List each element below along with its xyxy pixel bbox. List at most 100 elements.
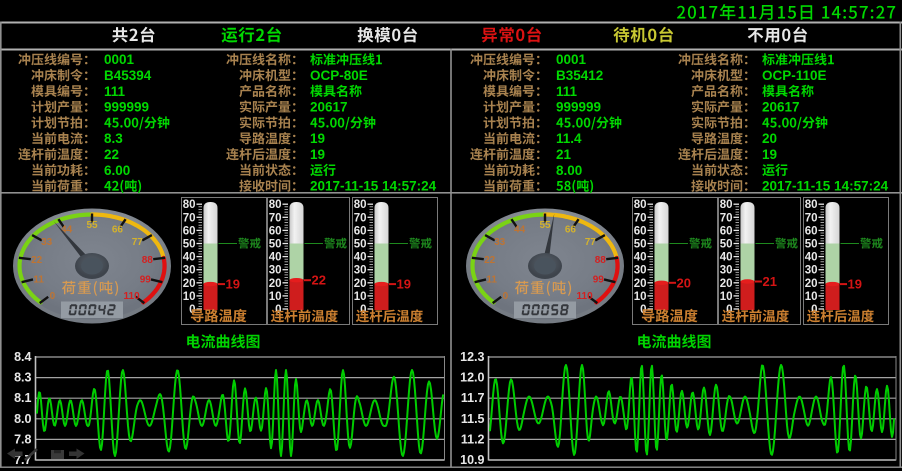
svg-text:33: 33 — [494, 237, 506, 248]
svg-text:50: 50 — [634, 239, 647, 251]
svg-text:40: 40 — [354, 252, 367, 264]
svg-text:999999: 999999 — [556, 100, 601, 115]
svg-text:50: 50 — [720, 239, 733, 251]
svg-text:8.1: 8.1 — [14, 391, 31, 405]
svg-text:40: 40 — [634, 252, 647, 264]
svg-text:10: 10 — [354, 291, 367, 303]
svg-text:40: 40 — [183, 252, 196, 264]
svg-text:44: 44 — [514, 225, 526, 236]
svg-text:110: 110 — [124, 291, 141, 302]
svg-text:10.9: 10.9 — [460, 453, 484, 467]
svg-text:60: 60 — [269, 225, 282, 237]
svg-text:30: 30 — [805, 265, 818, 277]
svg-text:110: 110 — [577, 291, 594, 302]
svg-text:60: 60 — [634, 225, 647, 237]
svg-text:99: 99 — [140, 274, 152, 285]
svg-text:0: 0 — [50, 291, 56, 302]
svg-text:11.7: 11.7 — [461, 391, 485, 405]
svg-text:30: 30 — [269, 265, 282, 277]
svg-text:20617: 20617 — [310, 100, 348, 115]
svg-text:8.3: 8.3 — [104, 131, 123, 146]
svg-text:10: 10 — [805, 291, 818, 303]
svg-text:60: 60 — [805, 225, 818, 237]
svg-text:11: 11 — [486, 274, 497, 285]
svg-text:55: 55 — [86, 220, 98, 231]
svg-text:B35412: B35412 — [556, 68, 603, 83]
svg-text:19: 19 — [310, 131, 325, 146]
svg-text:7.8: 7.8 — [14, 432, 31, 446]
svg-text:40: 40 — [805, 252, 818, 264]
svg-text:99: 99 — [593, 274, 605, 285]
svg-text:11.5: 11.5 — [461, 412, 485, 426]
svg-text:8.00: 8.00 — [556, 163, 582, 178]
svg-text:20617: 20617 — [762, 100, 800, 115]
svg-text:70: 70 — [183, 212, 196, 224]
svg-text:88: 88 — [595, 255, 607, 266]
svg-text:70: 70 — [354, 212, 367, 224]
svg-text:80: 80 — [805, 199, 818, 211]
svg-text:11: 11 — [33, 274, 44, 285]
svg-text:30: 30 — [354, 265, 367, 277]
svg-text:22: 22 — [484, 255, 496, 266]
svg-text:80: 80 — [634, 199, 647, 211]
svg-text:111: 111 — [104, 84, 126, 99]
svg-text:66: 66 — [112, 225, 124, 236]
svg-text:111: 111 — [556, 84, 578, 99]
svg-text:19: 19 — [762, 147, 777, 162]
svg-text:21: 21 — [556, 147, 572, 162]
svg-text:22: 22 — [104, 147, 119, 162]
svg-text:70: 70 — [634, 212, 647, 224]
svg-text:10: 10 — [183, 291, 196, 303]
svg-text:999999: 999999 — [104, 100, 149, 115]
svg-text:33: 33 — [41, 237, 53, 248]
svg-text:10: 10 — [720, 291, 733, 303]
svg-text:66: 66 — [565, 225, 577, 236]
svg-text:8.0: 8.0 — [14, 412, 31, 426]
svg-text:12.3: 12.3 — [460, 350, 484, 364]
svg-text:22: 22 — [31, 255, 43, 266]
svg-text:11.4: 11.4 — [556, 131, 582, 146]
svg-text:11.2: 11.2 — [461, 432, 485, 446]
svg-text:80: 80 — [354, 199, 367, 211]
svg-text:20: 20 — [720, 278, 733, 290]
svg-text:2017-11-15 14:57:24: 2017-11-15 14:57:24 — [310, 179, 437, 194]
svg-text:8.4: 8.4 — [14, 350, 31, 364]
svg-text:20: 20 — [677, 275, 691, 290]
svg-text:19: 19 — [226, 277, 240, 292]
svg-text:80: 80 — [720, 199, 733, 211]
svg-text:20: 20 — [183, 278, 196, 290]
svg-text:10: 10 — [634, 291, 647, 303]
svg-text:50: 50 — [183, 239, 196, 251]
svg-text:77: 77 — [132, 237, 144, 248]
svg-text:70: 70 — [720, 212, 733, 224]
svg-text:60: 60 — [183, 225, 196, 237]
svg-text:40: 40 — [720, 252, 733, 264]
svg-text:40: 40 — [269, 252, 282, 264]
svg-text:55: 55 — [539, 220, 551, 231]
svg-text:20: 20 — [762, 131, 777, 146]
svg-text:0001: 0001 — [104, 52, 135, 67]
svg-text:19: 19 — [310, 147, 325, 162]
svg-text:22: 22 — [312, 273, 326, 288]
svg-text:21: 21 — [763, 274, 777, 289]
svg-text:20: 20 — [354, 278, 367, 290]
svg-text:80: 80 — [269, 199, 282, 211]
svg-text:0001: 0001 — [556, 52, 587, 67]
svg-text:0: 0 — [503, 291, 509, 302]
svg-text:19: 19 — [397, 277, 411, 292]
svg-text:8.3: 8.3 — [14, 371, 31, 385]
svg-text:OCP-110E: OCP-110E — [762, 68, 827, 83]
svg-text:30: 30 — [720, 265, 733, 277]
svg-text:30: 30 — [634, 265, 647, 277]
svg-text:88: 88 — [142, 255, 154, 266]
svg-text:6.00: 6.00 — [104, 163, 130, 178]
svg-text:70: 70 — [269, 212, 282, 224]
svg-text:20: 20 — [634, 278, 647, 290]
svg-text:2017-11-15 14:57:24: 2017-11-15 14:57:24 — [762, 179, 889, 194]
svg-text:70: 70 — [805, 212, 818, 224]
svg-text:10: 10 — [269, 291, 282, 303]
svg-text:50: 50 — [269, 239, 282, 251]
svg-text:20: 20 — [805, 278, 818, 290]
svg-text:60: 60 — [720, 225, 733, 237]
svg-text:44: 44 — [61, 225, 73, 236]
